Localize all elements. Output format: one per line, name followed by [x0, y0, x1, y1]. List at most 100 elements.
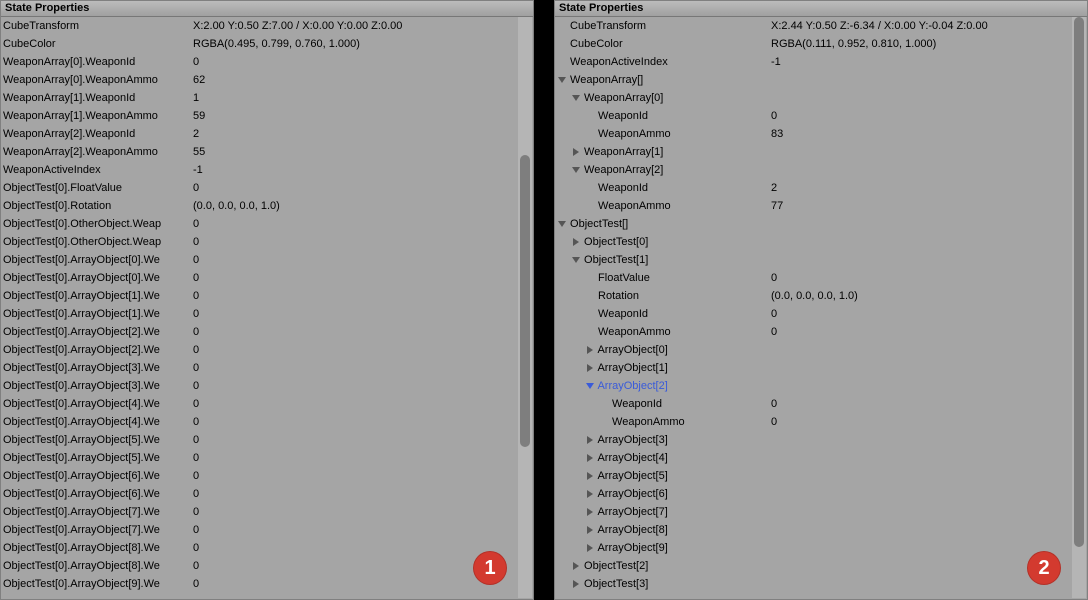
expand-right-icon[interactable] [571, 143, 581, 161]
property-row[interactable]: ObjectTest[0].ArrayObject[8].We0 [1, 539, 533, 557]
panel-divider[interactable] [534, 0, 554, 600]
property-row[interactable]: WeaponArray[2].WeaponAmmo55 [1, 143, 533, 161]
expand-right-icon[interactable] [585, 503, 595, 521]
property-row[interactable]: ObjectTest[0].ArrayObject[7].We0 [1, 503, 533, 521]
tree-row[interactable]: ArrayObject[1] [555, 359, 1087, 377]
property-label: ObjectTest[0].ArrayObject[2].We [1, 341, 179, 359]
expand-right-icon[interactable] [585, 521, 595, 539]
tree-row[interactable]: ArrayObject[0] [555, 341, 1087, 359]
property-row[interactable]: ObjectTest[0].ArrayObject[2].We0 [1, 341, 533, 359]
tree-row[interactable]: ObjectTest[3] [555, 575, 1087, 593]
tree-row[interactable]: WeaponAmmo83 [555, 125, 1087, 143]
tree-row[interactable]: WeaponId0 [555, 395, 1087, 413]
property-row[interactable]: WeaponArray[1].WeaponAmmo59 [1, 107, 533, 125]
tree-row[interactable]: ArrayObject[6] [555, 485, 1087, 503]
tree-row[interactable]: ObjectTest[] [555, 215, 1087, 233]
expand-right-icon[interactable] [585, 485, 595, 503]
tree-row[interactable]: WeaponId0 [555, 107, 1087, 125]
property-row[interactable]: ObjectTest[0].ArrayObject[1].We0 [1, 305, 533, 323]
property-row[interactable]: WeaponArray[0].WeaponId0 [1, 53, 533, 71]
property-label: ObjectTest[0].ArrayObject[5].We [1, 431, 179, 449]
tree-row[interactable]: WeaponId2 [555, 179, 1087, 197]
property-row[interactable]: ObjectTest[0].ArrayObject[5].We0 [1, 449, 533, 467]
property-row[interactable]: ObjectTest[0].OtherObject.Weap0 [1, 233, 533, 251]
tree-row[interactable]: ArrayObject[2] [555, 377, 1087, 395]
expand-down-icon[interactable] [557, 71, 567, 89]
property-row[interactable]: ObjectTest[0].ArrayObject[9].We0 [1, 575, 533, 593]
expand-right-icon[interactable] [585, 539, 595, 557]
property-row[interactable]: CubeColorRGBA(0.495, 0.799, 0.760, 1.000… [1, 35, 533, 53]
property-label: WeaponAmmo [555, 323, 757, 341]
expand-right-icon[interactable] [585, 431, 595, 449]
property-row[interactable]: ObjectTest[0].OtherObject.Weap0 [1, 215, 533, 233]
expand-down-icon[interactable] [571, 89, 581, 107]
expand-right-icon[interactable] [571, 575, 581, 593]
tree-row[interactable]: ArrayObject[7] [555, 503, 1087, 521]
tree-row[interactable]: WeaponArray[1] [555, 143, 1087, 161]
property-value: 83 [757, 125, 1087, 143]
expand-right-icon[interactable] [585, 341, 595, 359]
tree-row[interactable]: ArrayObject[9] [555, 539, 1087, 557]
tree-row[interactable]: WeaponArray[2] [555, 161, 1087, 179]
property-row[interactable]: ObjectTest[0].ArrayObject[1].We0 [1, 287, 533, 305]
property-label: WeaponArray[2].WeaponId [1, 125, 179, 143]
property-row[interactable]: ObjectTest[0].ArrayObject[6].We0 [1, 467, 533, 485]
property-row[interactable]: ObjectTest[0].ArrayObject[3].We0 [1, 359, 533, 377]
property-row[interactable]: WeaponArray[1].WeaponId1 [1, 89, 533, 107]
tree-row[interactable]: CubeColorRGBA(0.111, 0.952, 0.810, 1.000… [555, 35, 1087, 53]
property-label: ObjectTest[0].ArrayObject[3].We [1, 359, 179, 377]
tree-row[interactable]: ObjectTest[2] [555, 557, 1087, 575]
tree-row[interactable]: ArrayObject[8] [555, 521, 1087, 539]
property-value: X:2.00 Y:0.50 Z:7.00 / X:0.00 Y:0.00 Z:0… [179, 17, 533, 35]
tree-row[interactable]: WeaponArray[0] [555, 89, 1087, 107]
property-row[interactable]: ObjectTest[0].ArrayObject[4].We0 [1, 413, 533, 431]
property-value: 0 [179, 449, 533, 467]
property-row[interactable]: ObjectTest[0].ArrayObject[0].We0 [1, 269, 533, 287]
property-label: WeaponArray[2] [555, 161, 757, 179]
property-row[interactable]: WeaponArray[2].WeaponId2 [1, 125, 533, 143]
expand-down-icon[interactable] [585, 377, 595, 395]
tree-row[interactable]: ObjectTest[1] [555, 251, 1087, 269]
tree-row[interactable]: FloatValue0 [555, 269, 1087, 287]
property-row[interactable]: ObjectTest[0].ArrayObject[7].We0 [1, 521, 533, 539]
expand-right-icon[interactable] [585, 359, 595, 377]
property-row[interactable]: WeaponArray[0].WeaponAmmo62 [1, 71, 533, 89]
property-value [757, 161, 1087, 179]
tree-row[interactable]: WeaponArray[] [555, 71, 1087, 89]
property-row[interactable]: ObjectTest[0].ArrayObject[6].We0 [1, 485, 533, 503]
expand-down-icon[interactable] [571, 251, 581, 269]
vertical-scrollbar[interactable] [518, 17, 532, 598]
tree-row[interactable]: ArrayObject[5] [555, 467, 1087, 485]
tree-row[interactable]: WeaponAmmo77 [555, 197, 1087, 215]
property-row[interactable]: ObjectTest[0].ArrayObject[3].We0 [1, 377, 533, 395]
property-row[interactable]: ObjectTest[0].ArrayObject[8].We0 [1, 557, 533, 575]
tree-row[interactable]: WeaponActiveIndex-1 [555, 53, 1087, 71]
tree-row[interactable]: ObjectTest[0] [555, 233, 1087, 251]
property-row[interactable]: ObjectTest[0].ArrayObject[4].We0 [1, 395, 533, 413]
tree-row[interactable]: ArrayObject[3] [555, 431, 1087, 449]
property-row[interactable]: ObjectTest[0].ArrayObject[5].We0 [1, 431, 533, 449]
scroll-thumb[interactable] [1074, 17, 1084, 547]
scroll-thumb[interactable] [520, 155, 530, 447]
vertical-scrollbar[interactable] [1072, 17, 1086, 598]
property-row[interactable]: CubeTransformX:2.00 Y:0.50 Z:7.00 / X:0.… [1, 17, 533, 35]
expand-down-icon[interactable] [557, 215, 567, 233]
tree-row[interactable]: WeaponAmmo0 [555, 323, 1087, 341]
expand-right-icon[interactable] [585, 467, 595, 485]
tree-row[interactable]: ArrayObject[4] [555, 449, 1087, 467]
property-row[interactable]: ObjectTest[0].Rotation(0.0, 0.0, 0.0, 1.… [1, 197, 533, 215]
expand-right-icon[interactable] [571, 557, 581, 575]
tree-row[interactable]: CubeTransformX:2.44 Y:0.50 Z:-6.34 / X:0… [555, 17, 1087, 35]
property-value [757, 467, 1087, 485]
property-row[interactable]: ObjectTest[0].ArrayObject[2].We0 [1, 323, 533, 341]
expand-right-icon[interactable] [585, 449, 595, 467]
property-row[interactable]: ObjectTest[0].FloatValue0 [1, 179, 533, 197]
property-value [757, 143, 1087, 161]
tree-row[interactable]: WeaponAmmo0 [555, 413, 1087, 431]
property-row[interactable]: WeaponActiveIndex-1 [1, 161, 533, 179]
property-row[interactable]: ObjectTest[0].ArrayObject[0].We0 [1, 251, 533, 269]
tree-row[interactable]: Rotation(0.0, 0.0, 0.0, 1.0) [555, 287, 1087, 305]
expand-right-icon[interactable] [571, 233, 581, 251]
expand-down-icon[interactable] [571, 161, 581, 179]
tree-row[interactable]: WeaponId0 [555, 305, 1087, 323]
